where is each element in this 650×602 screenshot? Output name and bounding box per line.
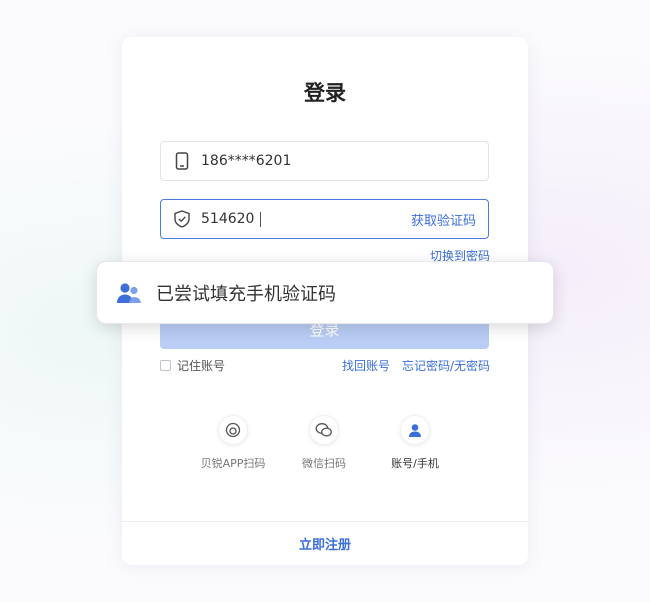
app-scan-icon [218,415,248,445]
method-label: 账号/手机 [391,457,439,470]
get-code-button[interactable]: 获取验证码 [411,210,476,229]
recover-account-link[interactable]: 找回账号 [342,357,390,374]
method-label: 贝锐APP扫码 [200,457,266,470]
method-wechat[interactable]: 微信扫码 [279,415,369,471]
forgot-password-link[interactable]: 忘记密码/无密码 [402,357,490,374]
remember-label: 记住账号 [177,359,226,373]
verification-code-field[interactable]: 514620 获取验证码 [160,199,489,239]
text-caret [260,211,262,227]
phone-field[interactable]: 186****6201 [160,141,489,181]
toast-message: 已尝试填充手机验证码 [156,283,336,305]
phone-value: 186****6201 [201,153,292,169]
users-icon [116,280,142,306]
login-methods: 贝锐APP扫码 微信扫码 账号/手机 [122,415,528,475]
remember-account[interactable]: 记住账号 [160,357,225,374]
register-link[interactable]: 立即注册 [122,534,528,553]
phone-icon [173,152,191,170]
autofill-toast: 已尝试填充手机验证码 [96,261,554,324]
shield-icon [173,210,191,228]
method-label: 微信扫码 [302,457,346,470]
remember-checkbox[interactable] [160,360,171,371]
code-value: 514620 [201,211,262,227]
method-account-phone[interactable]: 账号/手机 [370,415,460,471]
page-title: 登录 [304,81,346,105]
method-app-scan[interactable]: 贝锐APP扫码 [188,415,278,471]
wechat-icon [309,415,339,445]
user-icon [400,415,430,445]
account-links: 找回账号 忘记密码/无密码 [342,357,490,374]
divider [122,521,528,522]
